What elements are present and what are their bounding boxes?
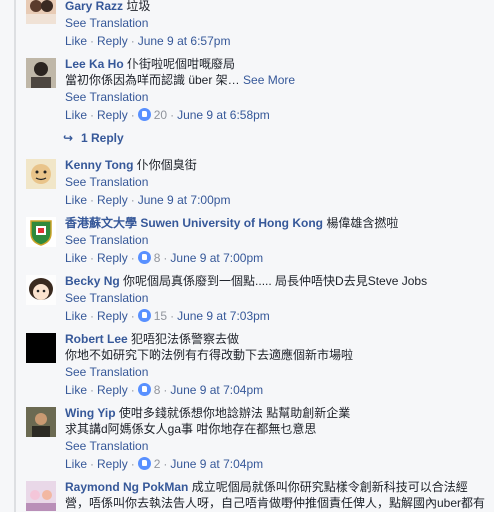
separator: · <box>90 309 95 323</box>
commenter-name[interactable]: 香港蘇文大學 Suwen University of Hong Kong <box>65 216 323 230</box>
separator: · <box>163 383 168 397</box>
like-button[interactable]: Like <box>65 309 87 323</box>
timestamp[interactable]: June 9 at 7:00pm <box>170 251 263 265</box>
commenter-name[interactable]: Robert Lee <box>65 332 128 346</box>
reply-button[interactable]: Reply <box>97 457 128 471</box>
see-translation-link[interactable]: See Translation <box>65 173 488 191</box>
comment-text-line2: 你地不如研究下啲法例有冇得改動下去適應個新市場啦 <box>65 348 354 362</box>
commenter-name[interactable]: Wing Yip <box>65 406 116 420</box>
avatar[interactable] <box>26 275 56 305</box>
reply-button[interactable]: Reply <box>97 34 128 48</box>
comment-text-line2: 營，唔係叫你去執法告人呀，自己唔肯做嘢仲推個責任俾人，點解國內uber都有 <box>65 496 486 510</box>
timestamp[interactable]: June 9 at 7:04pm <box>170 457 263 471</box>
avatar[interactable] <box>26 159 56 189</box>
separator: · <box>130 383 135 397</box>
thumbs-up-icon <box>137 457 151 470</box>
like-count[interactable]: 20 <box>137 108 168 122</box>
comment-text-line2: 求其講d阿媽係女人ga事 咁你地存在都無乜意思 <box>65 422 317 436</box>
like-button[interactable]: Like <box>65 251 87 265</box>
avatar[interactable] <box>26 58 56 88</box>
timestamp[interactable]: June 9 at 7:03pm <box>177 309 270 323</box>
see-translation-link[interactable]: See Translation <box>65 88 488 106</box>
view-replies-link[interactable]: ↪ 1 Reply <box>63 130 124 146</box>
avatar-image <box>26 58 56 88</box>
see-more-link[interactable]: See More <box>243 73 295 87</box>
reply-button[interactable]: Reply <box>97 108 128 122</box>
avatar-image <box>26 481 56 511</box>
reply-button[interactable]: Reply <box>97 193 128 207</box>
avatar[interactable] <box>26 217 56 247</box>
like-button[interactable]: Like <box>65 457 87 471</box>
avatar-image <box>26 275 56 305</box>
separator: · <box>130 309 135 323</box>
thumbs-up-icon <box>137 309 151 322</box>
comment-text: 犯唔犯法係警察去做 <box>131 332 240 346</box>
avatar-image <box>26 0 56 24</box>
avatar-image <box>26 407 56 437</box>
comment-text: 垃圾 <box>126 0 151 13</box>
like-count[interactable]: 8 <box>137 251 160 265</box>
separator: · <box>130 457 135 471</box>
timestamp[interactable]: June 9 at 7:04pm <box>170 383 263 397</box>
timestamp[interactable]: June 9 at 6:58pm <box>177 108 270 122</box>
comment-text: 仆街啦呢個咁嘅廢局 <box>127 57 236 71</box>
separator: · <box>90 383 95 397</box>
like-button[interactable]: Like <box>65 34 87 48</box>
like-count[interactable]: 8 <box>137 383 160 397</box>
separator: · <box>163 457 168 471</box>
thread-rail <box>14 0 16 512</box>
comment-text: 楊偉雄含撚啦 <box>326 216 399 230</box>
like-button[interactable]: Like <box>65 383 87 397</box>
view-replies-label: 1 Reply <box>81 131 124 145</box>
avatar[interactable] <box>26 481 56 511</box>
see-translation-link[interactable]: See Translation <box>65 231 488 249</box>
commenter-name[interactable]: Becky Ng <box>65 274 120 288</box>
commenter-name[interactable]: Gary Razz <box>65 0 123 13</box>
reply-arrow-icon: ↪ <box>63 131 74 145</box>
like-count[interactable]: 15 <box>137 309 168 323</box>
thumbs-up-icon <box>137 251 151 264</box>
like-count-value: 20 <box>153 108 168 122</box>
avatar[interactable] <box>26 407 56 437</box>
reply-button[interactable]: Reply <box>97 309 128 323</box>
reply-button[interactable]: Reply <box>97 251 128 265</box>
separator: · <box>130 251 135 265</box>
commenter-name[interactable]: Raymond Ng PokMan <box>65 480 188 494</box>
commenter-name[interactable]: Lee Ka Ho <box>65 57 124 71</box>
see-translation-link[interactable]: See Translation <box>65 437 488 455</box>
timestamp[interactable]: June 9 at 6:57pm <box>138 34 231 48</box>
comment-text: 成立呢個局就係叫你研究點樣令創新科技可以合法經 <box>191 480 468 494</box>
separator: · <box>130 108 135 122</box>
separator: · <box>170 309 175 323</box>
separator: · <box>90 193 95 207</box>
avatar[interactable] <box>26 0 56 24</box>
avatar-image <box>26 217 56 247</box>
see-translation-link[interactable]: See Translation <box>65 289 488 307</box>
thumbs-up-icon <box>137 108 151 121</box>
separator: · <box>130 34 135 48</box>
separator: · <box>90 108 95 122</box>
like-button[interactable]: Like <box>65 193 87 207</box>
separator: · <box>170 108 175 122</box>
avatar-image <box>26 159 56 189</box>
comment-text: 使咁多錢就係想你地諗辦法 點幫助創新企業 <box>118 406 351 420</box>
avatar[interactable] <box>26 333 56 363</box>
see-translation-link[interactable]: See Translation <box>65 14 488 32</box>
separator: · <box>90 457 95 471</box>
comment-text: 仆你個臭街 <box>136 158 197 172</box>
comment-text-line2: 當初你係因為咩而認識 über 架… <box>65 73 240 87</box>
separator: · <box>90 251 95 265</box>
like-button[interactable]: Like <box>65 108 87 122</box>
reply-button[interactable]: Reply <box>97 383 128 397</box>
timestamp[interactable]: June 9 at 7:00pm <box>138 193 231 207</box>
thumbs-up-icon <box>137 383 151 396</box>
separator: · <box>163 251 168 265</box>
see-translation-link[interactable]: See Translation <box>65 363 488 381</box>
separator: · <box>130 193 135 207</box>
separator: · <box>90 34 95 48</box>
like-count[interactable]: 2 <box>137 457 160 471</box>
like-count-value: 15 <box>153 309 168 323</box>
comment-text: 你呢個局真係廢到一個點..... 局長仲唔快D去見Steve Jobs <box>123 274 428 288</box>
commenter-name[interactable]: Kenny Tong <box>65 158 133 172</box>
